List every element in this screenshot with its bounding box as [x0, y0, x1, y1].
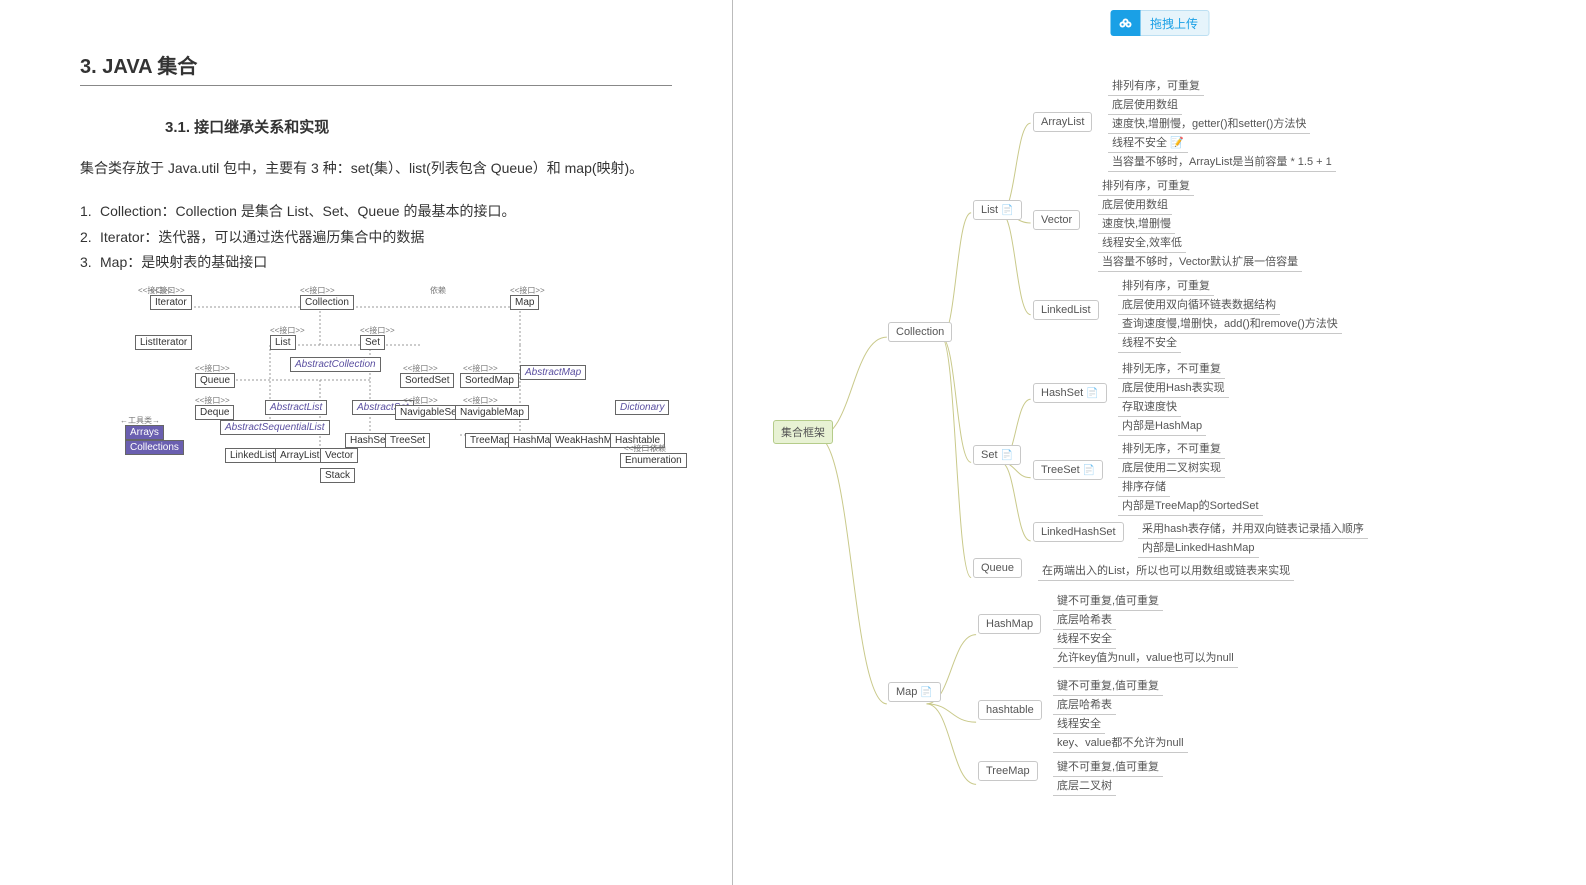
mindmap-leaf: 排列无序，不可重复	[1118, 438, 1225, 459]
uml-node: Vector	[320, 448, 358, 463]
uml-node: Enumeration	[620, 453, 687, 468]
mindmap-node-vector: Vector	[1033, 210, 1080, 230]
note-icon: 📄	[1086, 388, 1098, 399]
mindmap-node-hashset: HashSet📄	[1033, 383, 1107, 403]
left-document-page: 3. JAVA 集合 3.1. 接口继承关系和实现 集合类存放于 Java.ut…	[0, 0, 733, 885]
mindmap-node-map: Map📄	[888, 682, 941, 702]
mindmap-leaf: 内部是LinkedHashMap	[1138, 537, 1259, 558]
list-text: Collection：Collection 是集合 List、Set、Queue…	[100, 203, 515, 219]
intro-paragraph: 集合类存放于 Java.util 包中，主要有 3 种：set(集）、list(…	[80, 157, 672, 179]
mindmap-leaf: 底层使用双向循环链表数据结构	[1118, 294, 1280, 315]
mindmap-leaf: 键不可重复,值可重复	[1053, 756, 1163, 777]
mindmap-node-hashmap: HashMap	[978, 614, 1041, 634]
mindmap-leaf: 速度快,增删慢，getter()和setter()方法快	[1108, 113, 1310, 134]
mindmap-node-set: Set📄	[973, 445, 1021, 465]
mindmap-leaf: 底层哈希表	[1053, 609, 1116, 630]
mindmap: 集合框架 Collection Map📄 List📄 Set📄 Queue Ar…	[753, 60, 1566, 875]
uml-node: Queue	[195, 373, 235, 388]
mindmap-node-arraylist: ArrayList	[1033, 112, 1092, 132]
mindmap-leaf: 排列有序，可重复	[1118, 275, 1214, 296]
mindmap-leaf: 线程不安全 📝	[1108, 132, 1188, 153]
heading-2: 3.1. 接口继承关系和实现	[165, 116, 672, 137]
uml-node: AbstractSequentialList	[220, 420, 330, 435]
mindmap-leaf: 键不可重复,值可重复	[1053, 675, 1163, 696]
ordered-list: 1.Collection：Collection 是集合 List、Set、Que…	[80, 199, 672, 275]
mindmap-leaf: 键不可重复,值可重复	[1053, 590, 1163, 611]
uml-node: SortedSet	[400, 373, 454, 388]
mindmap-leaf: 在两端出入的List，所以也可以用数组或链表来实现	[1038, 560, 1294, 581]
mindmap-node-list: List📄	[973, 200, 1022, 220]
mindmap-leaf: 线程安全	[1053, 713, 1105, 734]
uml-node: AbstractCollection	[290, 357, 381, 372]
mindmap-leaf: 底层使用数组	[1098, 194, 1172, 215]
mindmap-leaf: 当容量不够时，Vector默认扩展一倍容量	[1098, 251, 1302, 272]
uml-node: Iterator	[150, 295, 192, 310]
note-icon: 📄	[1001, 450, 1013, 461]
mindmap-leaf: key、value都不允许为null	[1053, 732, 1188, 753]
uml-node: Deque	[195, 405, 234, 420]
list-text: Map：是映射表的基础接口	[100, 254, 267, 270]
mindmap-node-hashtable: hashtable	[978, 700, 1042, 720]
mindmap-node-treemap: TreeMap	[978, 761, 1038, 781]
uml-node: Dictionary	[615, 400, 669, 415]
uml-node: LinkedList	[225, 448, 280, 463]
mindmap-leaf: 底层二叉树	[1053, 775, 1116, 796]
list-item: 2.Iterator：迭代器，可以通过迭代器遍历集合中的数据	[80, 225, 672, 250]
heading-1: 3. JAVA 集合	[80, 50, 672, 86]
list-text: Iterator：迭代器，可以通过迭代器遍历集合中的数据	[100, 229, 424, 245]
note-icon: 📄	[1083, 465, 1095, 476]
mindmap-leaf: 当容量不够时，ArrayList是当前容量 * 1.5 + 1	[1108, 151, 1336, 172]
mindmap-leaf: 排列有序，可重复	[1108, 75, 1204, 96]
uml-node: ArrayList	[275, 448, 324, 463]
mindmap-leaf: 线程安全,效率低	[1098, 232, 1186, 253]
mindmap-node-queue: Queue	[973, 558, 1022, 578]
uml-node: AbstractList	[265, 400, 327, 415]
mindmap-leaf: 存取速度快	[1118, 396, 1181, 417]
uml-diagram: <<接口>> Iterator <<接口>> Collection 依赖 <<接…	[120, 285, 670, 485]
list-item: 1.Collection：Collection 是集合 List、Set、Que…	[80, 199, 672, 224]
mindmap-leaf: 查询速度慢,增删快，add()和remove()方法快	[1118, 313, 1342, 334]
uml-tag: 依赖	[430, 285, 446, 296]
mindmap-leaf: 底层使用二叉树实现	[1118, 457, 1225, 478]
uml-node: Collections	[125, 440, 184, 455]
mindmap-leaf: 底层使用Hash表实现	[1118, 377, 1229, 398]
mindmap-node-treeset: TreeSet📄	[1033, 460, 1103, 480]
mindmap-leaf: 线程不安全	[1118, 332, 1181, 353]
uml-node: AbstractMap	[520, 365, 586, 380]
cloud-icon	[1110, 10, 1140, 36]
mindmap-leaf: 排列无序，不可重复	[1118, 358, 1225, 379]
list-item: 3.Map：是映射表的基础接口	[80, 250, 672, 275]
mindmap-leaf: 速度快,增删慢	[1098, 213, 1175, 234]
uml-node: Stack	[320, 468, 355, 483]
uml-node: TreeSet	[385, 433, 430, 448]
mindmap-leaf: 排序存储	[1118, 476, 1170, 497]
uml-node: NavigableMap	[455, 405, 529, 420]
mindmap-node-linkedhashset: LinkedHashSet	[1033, 522, 1124, 542]
uml-node: Set	[360, 335, 385, 350]
mindmap-leaf: 底层哈希表	[1053, 694, 1116, 715]
uml-node: Arrays	[125, 425, 164, 440]
uml-node: Map	[510, 295, 539, 310]
mindmap-leaf: 内部是HashMap	[1118, 415, 1206, 436]
mindmap-leaf: 采用hash表存储，并用双向链表记录插入顺序	[1138, 518, 1368, 539]
mindmap-leaf: 允许key值为null，value也可以为null	[1053, 647, 1238, 668]
mindmap-leaf: 内部是TreeMap的SortedSet	[1118, 495, 1263, 516]
uml-tag: <<接口>>	[138, 285, 173, 296]
mindmap-leaf: 排列有序，可重复	[1098, 175, 1194, 196]
mindmap-node-linkedlist: LinkedList	[1033, 300, 1099, 320]
uml-node: ListIterator	[135, 335, 192, 350]
uml-node: List	[270, 335, 296, 350]
right-mindmap-page: 拖拽上传	[733, 0, 1586, 885]
note-icon: 📄	[1001, 205, 1013, 216]
mindmap-leaf: 底层使用数组	[1108, 94, 1182, 115]
note-icon: 📄	[920, 687, 932, 698]
upload-label: 拖拽上传	[1140, 10, 1209, 36]
page-container: 3. JAVA 集合 3.1. 接口继承关系和实现 集合类存放于 Java.ut…	[0, 0, 1586, 885]
uml-node: Collection	[300, 295, 354, 310]
drag-upload-button[interactable]: 拖拽上传	[1110, 10, 1209, 36]
uml-node: SortedMap	[460, 373, 519, 388]
mindmap-node-collection: Collection	[888, 322, 952, 342]
mindmap-root: 集合框架	[773, 420, 833, 444]
mindmap-leaf: 线程不安全	[1053, 628, 1116, 649]
